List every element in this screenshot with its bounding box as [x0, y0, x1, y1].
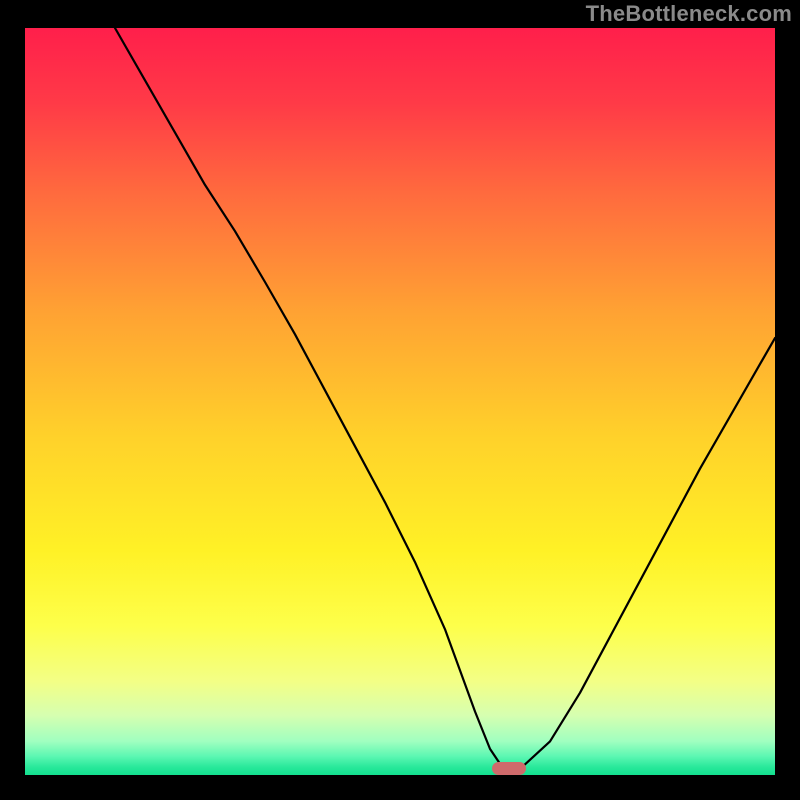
watermark-text: TheBottleneck.com [586, 1, 792, 27]
chart-plot-area [25, 28, 775, 775]
optimal-point-marker [492, 762, 527, 775]
chart-background-gradient [25, 28, 775, 775]
